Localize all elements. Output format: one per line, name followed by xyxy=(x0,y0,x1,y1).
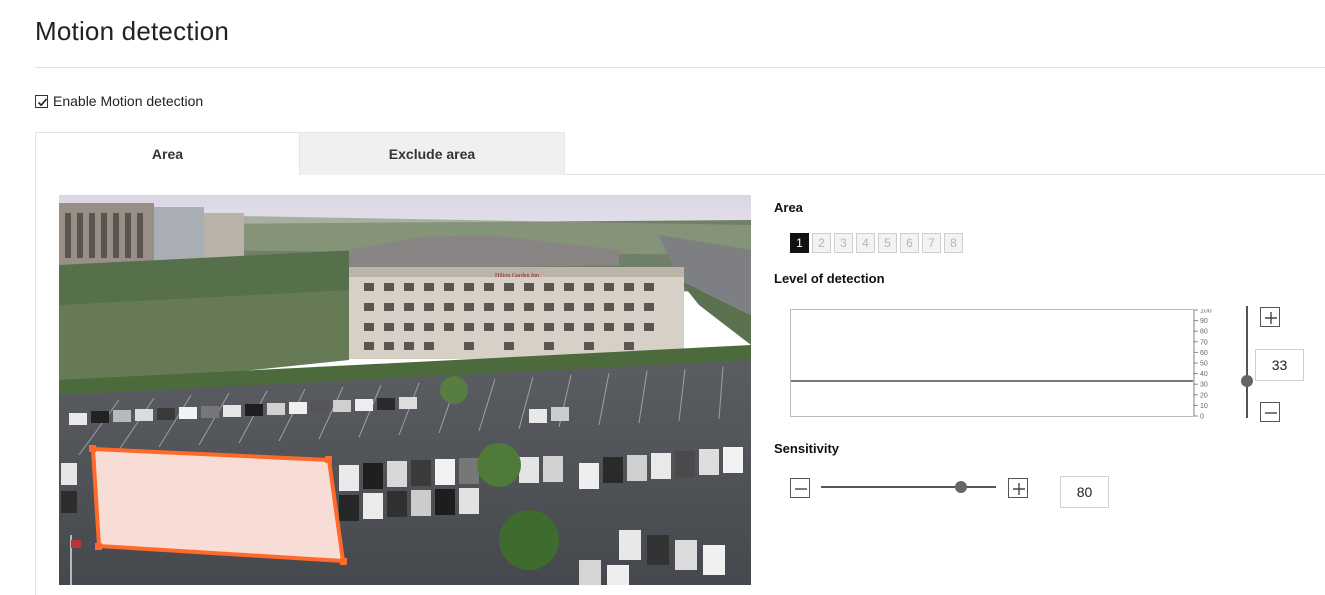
title-divider xyxy=(35,67,1325,68)
scale-tick-label: 60 xyxy=(1200,350,1208,357)
sensitivity-value-input[interactable] xyxy=(1060,476,1109,508)
checkmark-icon xyxy=(37,97,48,106)
sensitivity-increase-button[interactable] xyxy=(1008,478,1028,498)
sensitivity-decrease-button[interactable] xyxy=(790,478,810,498)
level-value-input[interactable] xyxy=(1255,349,1304,381)
camera-view[interactable]: Hilton Garden Inn xyxy=(59,195,751,585)
page-title: Motion detection xyxy=(35,16,229,46)
level-slider-track xyxy=(1246,306,1248,418)
area-button-1[interactable]: 1 xyxy=(790,233,809,253)
scale-tick-label: 80 xyxy=(1200,329,1208,336)
level-heading: Level of detection xyxy=(774,271,885,286)
panel-border xyxy=(35,175,36,595)
minus-icon xyxy=(795,488,807,490)
sensitivity-slider-thumb[interactable] xyxy=(955,481,967,493)
minus-icon xyxy=(1265,412,1277,414)
level-scale: 1009080706050403020100 xyxy=(1194,309,1212,420)
scale-tick-label: 70 xyxy=(1200,339,1208,346)
level-slider[interactable] xyxy=(1240,306,1254,418)
scale-tick-label: 10 xyxy=(1200,403,1208,410)
scale-tick-label: 90 xyxy=(1200,318,1208,325)
scale-tick-label: 40 xyxy=(1200,371,1208,378)
level-increase-button[interactable] xyxy=(1260,307,1280,327)
detection-region[interactable] xyxy=(91,447,345,563)
area-button-5[interactable]: 5 xyxy=(878,233,897,253)
area-button-8[interactable]: 8 xyxy=(944,233,963,253)
scale-tick-label: 0 xyxy=(1200,414,1204,420)
scale-tick-label: 100 xyxy=(1200,309,1212,315)
enable-motion-detection[interactable]: Enable Motion detection xyxy=(35,93,203,109)
sensitivity-heading: Sensitivity xyxy=(774,441,840,456)
camera-image: Hilton Garden Inn xyxy=(59,195,751,585)
settings-panel: Area 1 2 3 4 5 6 7 8 Level of detection … xyxy=(774,195,1314,585)
area-selector: 1 2 3 4 5 6 7 8 xyxy=(790,233,966,253)
level-decrease-button[interactable] xyxy=(1260,402,1280,422)
tab-exclude-area[interactable]: Exclude area xyxy=(300,132,565,175)
tab-area[interactable]: Area xyxy=(35,132,300,175)
area-button-6[interactable]: 6 xyxy=(900,233,919,253)
enable-label: Enable Motion detection xyxy=(53,93,204,109)
area-button-3[interactable]: 3 xyxy=(834,233,853,253)
area-heading: Area xyxy=(774,200,803,215)
area-button-4[interactable]: 4 xyxy=(856,233,875,253)
sensitivity-slider[interactable] xyxy=(821,480,996,494)
plus-icon xyxy=(1013,483,1025,495)
hotel-sign: Hilton Garden Inn xyxy=(495,273,539,279)
enable-checkbox[interactable] xyxy=(35,94,48,108)
sensitivity-slider-track xyxy=(821,486,996,488)
level-slider-thumb[interactable] xyxy=(1241,375,1253,387)
scale-tick-label: 30 xyxy=(1200,382,1208,389)
scale-tick-label: 50 xyxy=(1200,361,1208,368)
plus-icon xyxy=(1265,312,1277,324)
area-button-7[interactable]: 7 xyxy=(922,233,941,253)
level-graph xyxy=(790,309,1194,417)
level-threshold-line xyxy=(791,380,1193,382)
area-button-2[interactable]: 2 xyxy=(812,233,831,253)
area-tabs: Area Exclude area xyxy=(35,132,565,175)
tabs-divider xyxy=(565,174,1325,175)
scale-tick-label: 20 xyxy=(1200,392,1208,399)
